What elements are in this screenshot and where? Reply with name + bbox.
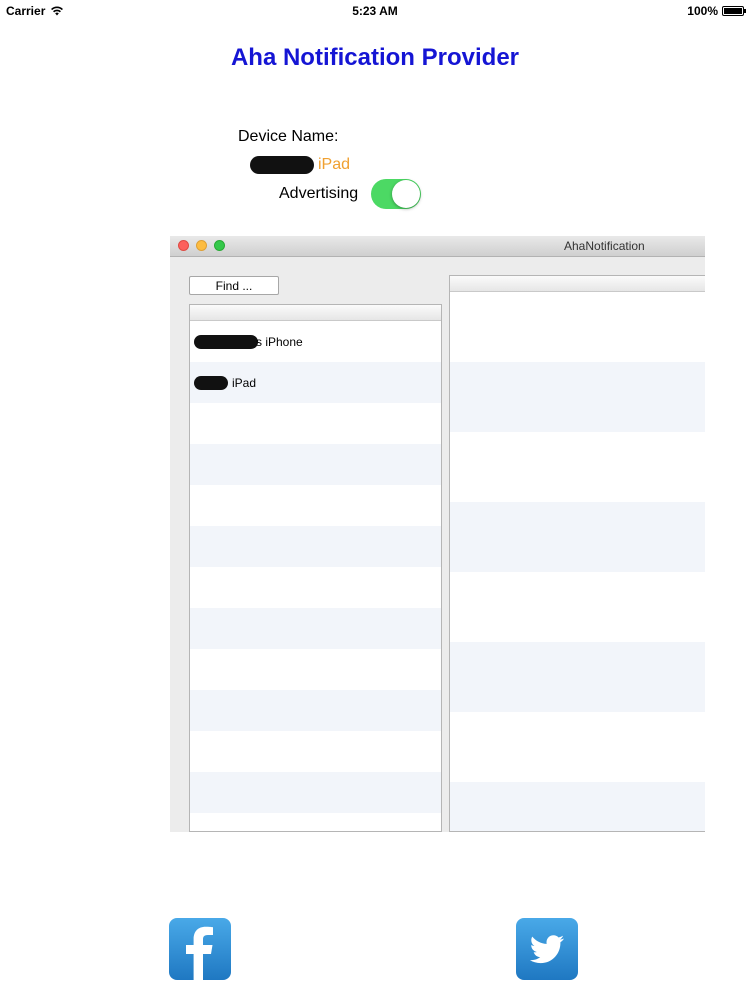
toggle-knob <box>392 180 420 208</box>
advertising-label: Advertising <box>279 185 359 202</box>
status-bar: Carrier 5:23 AM 100% <box>0 0 750 22</box>
twitter-icon <box>529 935 564 964</box>
table-row: s iPhone <box>190 321 441 362</box>
detail-table <box>449 275 705 832</box>
device-name-text: iPad <box>318 156 351 173</box>
table-row <box>190 813 441 831</box>
table-row <box>190 444 441 485</box>
table-row <box>450 572 705 642</box>
status-time: 5:23 AM <box>352 4 398 18</box>
minimize-icon <box>196 240 207 251</box>
table-row <box>450 502 705 572</box>
table-row <box>190 403 441 444</box>
table-row <box>450 642 705 712</box>
find-button: Find ... <box>189 276 279 295</box>
table-header <box>450 276 705 292</box>
table-row <box>450 782 705 831</box>
facebook-button[interactable] <box>169 918 231 980</box>
table-row <box>190 608 441 649</box>
device-row-label: iPad <box>232 375 257 390</box>
mac-window-title: AhaNotification <box>564 239 645 253</box>
mac-titlebar: AhaNotification <box>170 236 705 257</box>
table-row <box>190 690 441 731</box>
table-row <box>190 772 441 813</box>
table-row <box>190 485 441 526</box>
table-row <box>190 526 441 567</box>
table-row <box>190 731 441 772</box>
device-row-label: s iPhone <box>256 334 303 349</box>
redacted-name <box>250 156 314 174</box>
table-row <box>450 292 705 362</box>
table-row <box>450 432 705 502</box>
battery-icon <box>722 6 746 16</box>
close-icon <box>178 240 189 251</box>
table-row <box>190 649 441 690</box>
table-row <box>190 567 441 608</box>
table-row <box>450 712 705 782</box>
advertising-toggle[interactable] <box>371 179 421 209</box>
table-row <box>450 362 705 432</box>
redacted-name <box>194 375 228 390</box>
device-name-value: iPad <box>250 156 350 174</box>
zoom-icon <box>214 240 225 251</box>
table-header <box>190 305 441 321</box>
redacted-name <box>194 334 258 349</box>
page-title: Aha Notification Provider <box>230 44 520 71</box>
device-name-label: Device Name: <box>238 128 339 145</box>
device-list-table: s iPhone iPad <box>189 304 442 832</box>
mac-window-screenshot: AhaNotification Find ... s iPhone iPad <box>170 236 705 832</box>
battery-percent: 100% <box>687 4 718 18</box>
battery-group: 100% <box>687 4 746 18</box>
facebook-icon <box>186 926 213 980</box>
twitter-button[interactable] <box>516 918 578 980</box>
table-row: iPad <box>190 362 441 403</box>
